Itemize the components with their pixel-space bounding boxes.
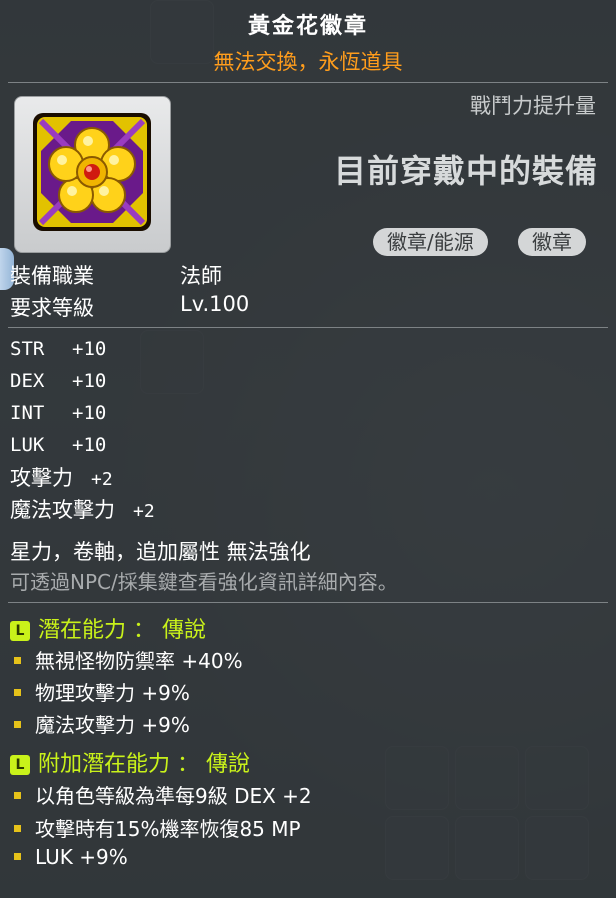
bonus-potential-header: L 附加潛在能力 ： 傳說	[10, 746, 250, 778]
level-requirement-value: Lv.100	[180, 292, 250, 316]
legendary-grade-icon: L	[10, 755, 30, 775]
square-bullet-icon	[14, 853, 21, 860]
trade-restriction: 無法交換，永恆道具	[213, 50, 403, 74]
stat-row: LUK +10	[10, 434, 107, 456]
divider	[8, 602, 608, 603]
square-bullet-icon	[14, 689, 21, 696]
enhancement-note: 星力，卷軸，追加屬性 無法強化	[10, 540, 311, 564]
square-bullet-icon	[14, 721, 21, 728]
item-name: 黃金花徽章	[247, 14, 368, 39]
level-requirement-label: 要求等級	[10, 296, 94, 320]
type-tag: 徽章	[518, 228, 586, 256]
divider	[8, 327, 608, 328]
job-requirement-value: 法師	[180, 264, 222, 288]
stat-row: STR +10	[10, 338, 107, 360]
bonus-potential-line: LUK +9%	[14, 845, 128, 869]
stat-row: 魔法攻擊力 +2	[10, 498, 155, 522]
stat-row: INT +10	[10, 402, 107, 424]
square-bullet-icon	[14, 792, 21, 799]
item-icon-frame	[14, 96, 171, 253]
bonus-potential-line: 以角色等級為準每9級 DEX +2	[14, 780, 312, 809]
stat-row: DEX +10	[10, 370, 107, 392]
golden-flower-badge-icon	[33, 113, 151, 231]
potential-line: 魔法攻擊力 +9%	[14, 709, 190, 738]
potential-header: L 潛在能力 ： 傳說	[10, 612, 206, 644]
potential-line: 無視怪物防禦率 +40%	[14, 645, 243, 674]
equipped-status: 目前穿戴中的裝備	[333, 152, 598, 190]
job-requirement-label: 裝備職業	[10, 264, 94, 288]
legendary-grade-icon: L	[10, 621, 30, 641]
category-tag: 徽章/能源	[373, 228, 488, 256]
square-bullet-icon	[14, 825, 21, 832]
enhancement-hint: 可透過NPC/採集鍵查看強化資訊詳細內容。	[10, 570, 398, 594]
divider	[8, 82, 608, 83]
item-tooltip: 黃金花徽章 無法交換，永恆道具 戰鬥力提升量 目前穿戴中的裝備 徽章/能源 徽章…	[0, 0, 616, 898]
combat-power-label: 戰鬥力提升量	[470, 94, 596, 118]
stat-row: 攻擊力 +2	[10, 466, 113, 490]
potential-line: 物理攻擊力 +9%	[14, 677, 190, 706]
square-bullet-icon	[14, 657, 21, 664]
bonus-potential-line: 攻擊時有15%機率恢復85 MP	[14, 813, 301, 842]
